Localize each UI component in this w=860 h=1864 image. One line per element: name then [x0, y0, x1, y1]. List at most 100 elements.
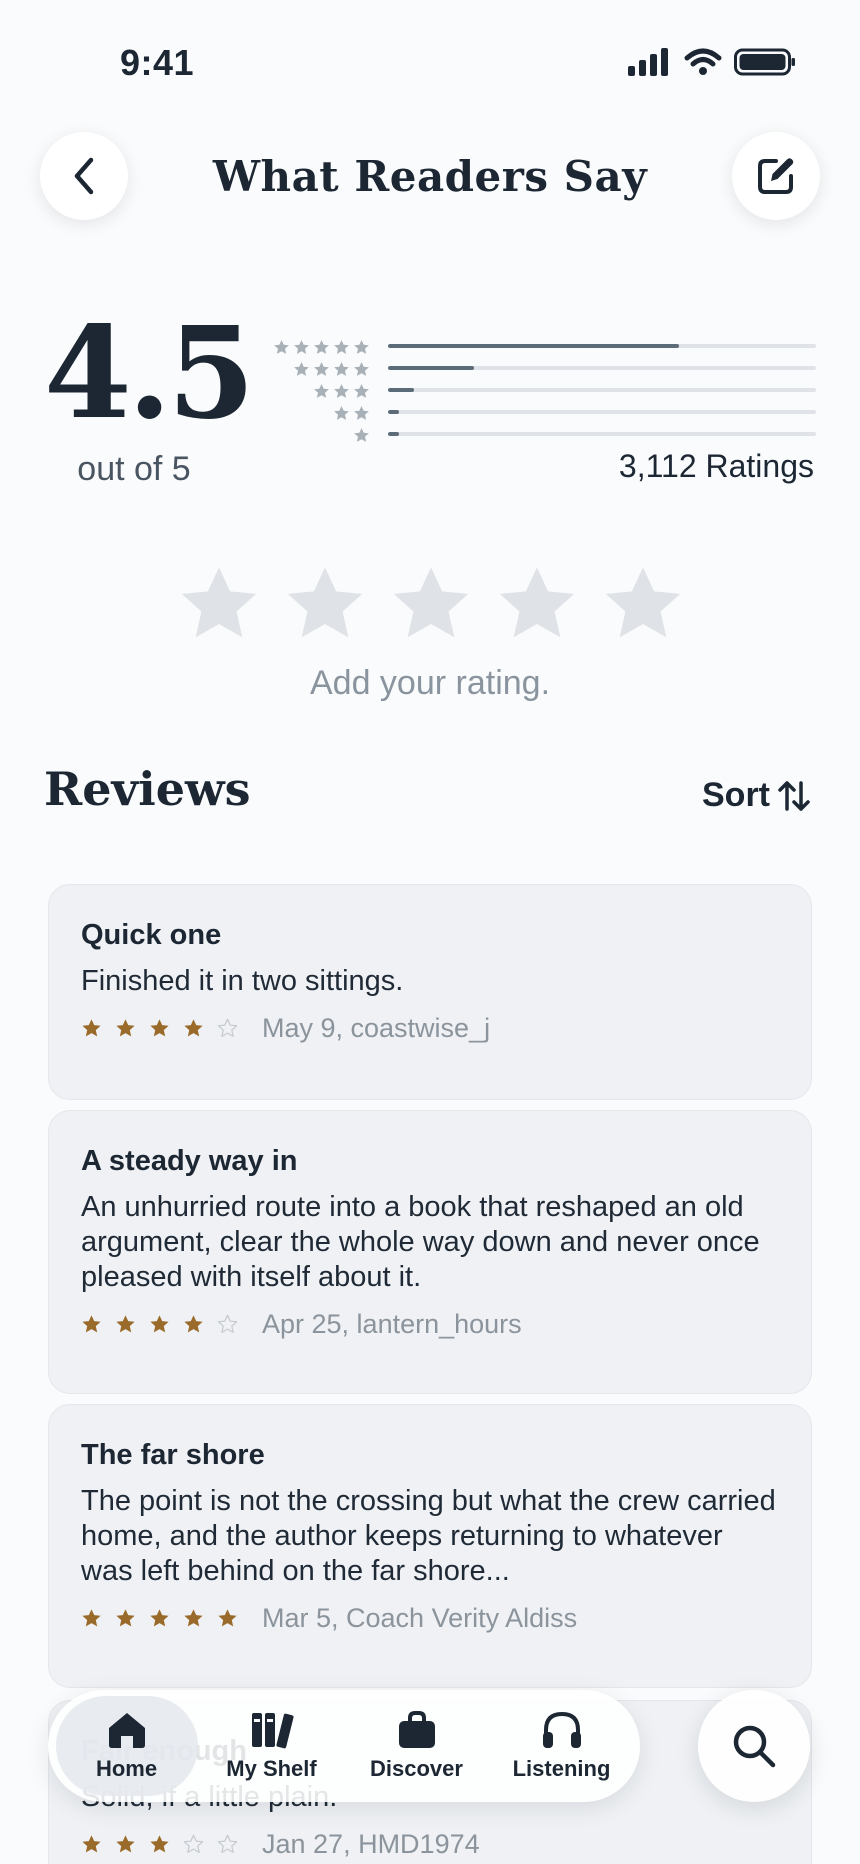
review-body: The point is not the crossing but what t… [81, 1485, 776, 1587]
edit-review-button[interactable] [732, 132, 820, 220]
out-of-label: out of 5 [77, 450, 191, 488]
histogram-star-row [262, 358, 370, 380]
tab-label: Discover [370, 1756, 463, 1781]
star-icon [334, 405, 349, 420]
review-stars [81, 1834, 238, 1855]
signal-icon [628, 48, 668, 76]
review-body: Finished it in two sittings. [81, 965, 404, 997]
star-filled-icon [116, 1019, 135, 1037]
review-meta: May 9, coastwise_j [81, 1013, 779, 1044]
ratings-count: 3,112 Ratings [618, 448, 814, 484]
status-icons [628, 48, 796, 76]
histogram-bar-fill [388, 388, 414, 392]
review-card[interactable]: Quick one Finished it in two sittings. M… [48, 884, 812, 1100]
star-filled-icon [82, 1019, 101, 1037]
tab-label: Home [95, 1756, 158, 1781]
star-icon [294, 361, 309, 376]
search-button[interactable] [698, 1690, 810, 1802]
star-icon [294, 339, 309, 354]
histogram-star-row [262, 380, 370, 402]
histogram-star-row [262, 336, 370, 358]
histogram-bar [388, 432, 816, 436]
status-bar: 9:41 [0, 0, 860, 120]
search-icon [733, 1725, 776, 1768]
star-icon [334, 383, 349, 398]
star-filled-icon [116, 1609, 135, 1627]
rate-star-icon[interactable] [388, 562, 474, 648]
review-date-author: Mar 5, Coach Verity Aldiss [262, 1603, 578, 1633]
star-filled-icon [150, 1019, 169, 1037]
star-icon [354, 405, 369, 420]
star-filled-icon [150, 1835, 169, 1853]
star-icon [314, 361, 329, 376]
review-stars [81, 1608, 238, 1629]
star-filled-icon [116, 1315, 135, 1333]
star-empty-icon [217, 1834, 238, 1853]
star-icon [314, 339, 329, 354]
star-filled-icon [150, 1315, 169, 1333]
review-card[interactable]: The far shore The point is not the cross… [48, 1404, 812, 1688]
wifi-icon [684, 48, 722, 75]
histogram-bars [388, 344, 816, 454]
star-filled-icon [82, 1315, 101, 1333]
review-meta: Jan 27, HMD1974 [81, 1829, 779, 1860]
star-filled-icon [82, 1835, 101, 1853]
star-filled-icon [82, 1609, 101, 1627]
add-rating-stars[interactable] [176, 562, 686, 648]
tab-bar: Home My Shelf Discover Listening [48, 1690, 640, 1802]
review-stars [81, 1314, 238, 1335]
headphones-icon [542, 1711, 581, 1748]
star-filled-icon [218, 1609, 237, 1627]
sort-button[interactable]: Sort [702, 776, 810, 815]
histogram-star-row [262, 424, 370, 446]
histogram-bar [388, 410, 816, 414]
review-stars [81, 1018, 238, 1039]
status-time: 9:41 [120, 42, 195, 83]
star-empty-icon [217, 1314, 238, 1333]
review-date-author: Apr 25, lantern_hours [262, 1309, 522, 1339]
histogram-bar [388, 388, 816, 392]
tab-home[interactable]: Home [55, 1696, 198, 1796]
histogram-bar-fill [388, 366, 474, 370]
histogram-bar [388, 344, 816, 348]
star-icon [354, 383, 369, 398]
star-icon [354, 427, 369, 442]
review-date-author: Jan 27, HMD1974 [262, 1829, 480, 1859]
star-empty-icon [217, 1018, 238, 1037]
star-icon [334, 339, 349, 354]
battery-icon [734, 48, 795, 76]
star-filled-icon [150, 1609, 169, 1627]
histogram-bar-fill [388, 344, 680, 348]
review-title: A steady way in [81, 1145, 298, 1177]
star-icon [354, 339, 369, 354]
tab-my-shelf[interactable]: My Shelf [201, 1696, 343, 1796]
review-card[interactable]: A steady way in An unhurried route into … [48, 1110, 812, 1394]
star-icon [274, 339, 289, 354]
star-icon [334, 361, 349, 376]
sort-label: Sort [702, 776, 770, 814]
star-empty-icon [183, 1834, 204, 1853]
review-meta: Mar 5, Coach Verity Aldiss [81, 1603, 779, 1634]
books-icon [251, 1713, 294, 1749]
histogram-bar-fill [388, 410, 399, 414]
rate-star-icon[interactable] [282, 562, 368, 648]
rate-star-icon[interactable] [494, 562, 580, 648]
bag-icon [398, 1711, 435, 1748]
rate-star-icon[interactable] [600, 562, 686, 648]
tab-label: Listening [512, 1756, 611, 1781]
tab-discover[interactable]: Discover [346, 1696, 488, 1796]
edit-icon [758, 158, 794, 194]
rate-star-icon[interactable] [176, 562, 262, 648]
page-title: What Readers Say [212, 152, 648, 201]
star-filled-icon [184, 1315, 203, 1333]
star-icon [354, 361, 369, 376]
add-rating-prompt: Add your rating. [309, 664, 551, 702]
review-title: The far shore [81, 1439, 265, 1471]
tab-label: My Shelf [226, 1756, 317, 1781]
star-filled-icon [184, 1019, 203, 1037]
histogram-star-labels [262, 336, 370, 446]
average-rating: 4.5 [44, 299, 255, 447]
review-body: An unhurried route into a book that resh… [81, 1191, 760, 1293]
review-meta: Apr 25, lantern_hours [81, 1309, 779, 1340]
tab-listening[interactable]: Listening [491, 1696, 633, 1796]
